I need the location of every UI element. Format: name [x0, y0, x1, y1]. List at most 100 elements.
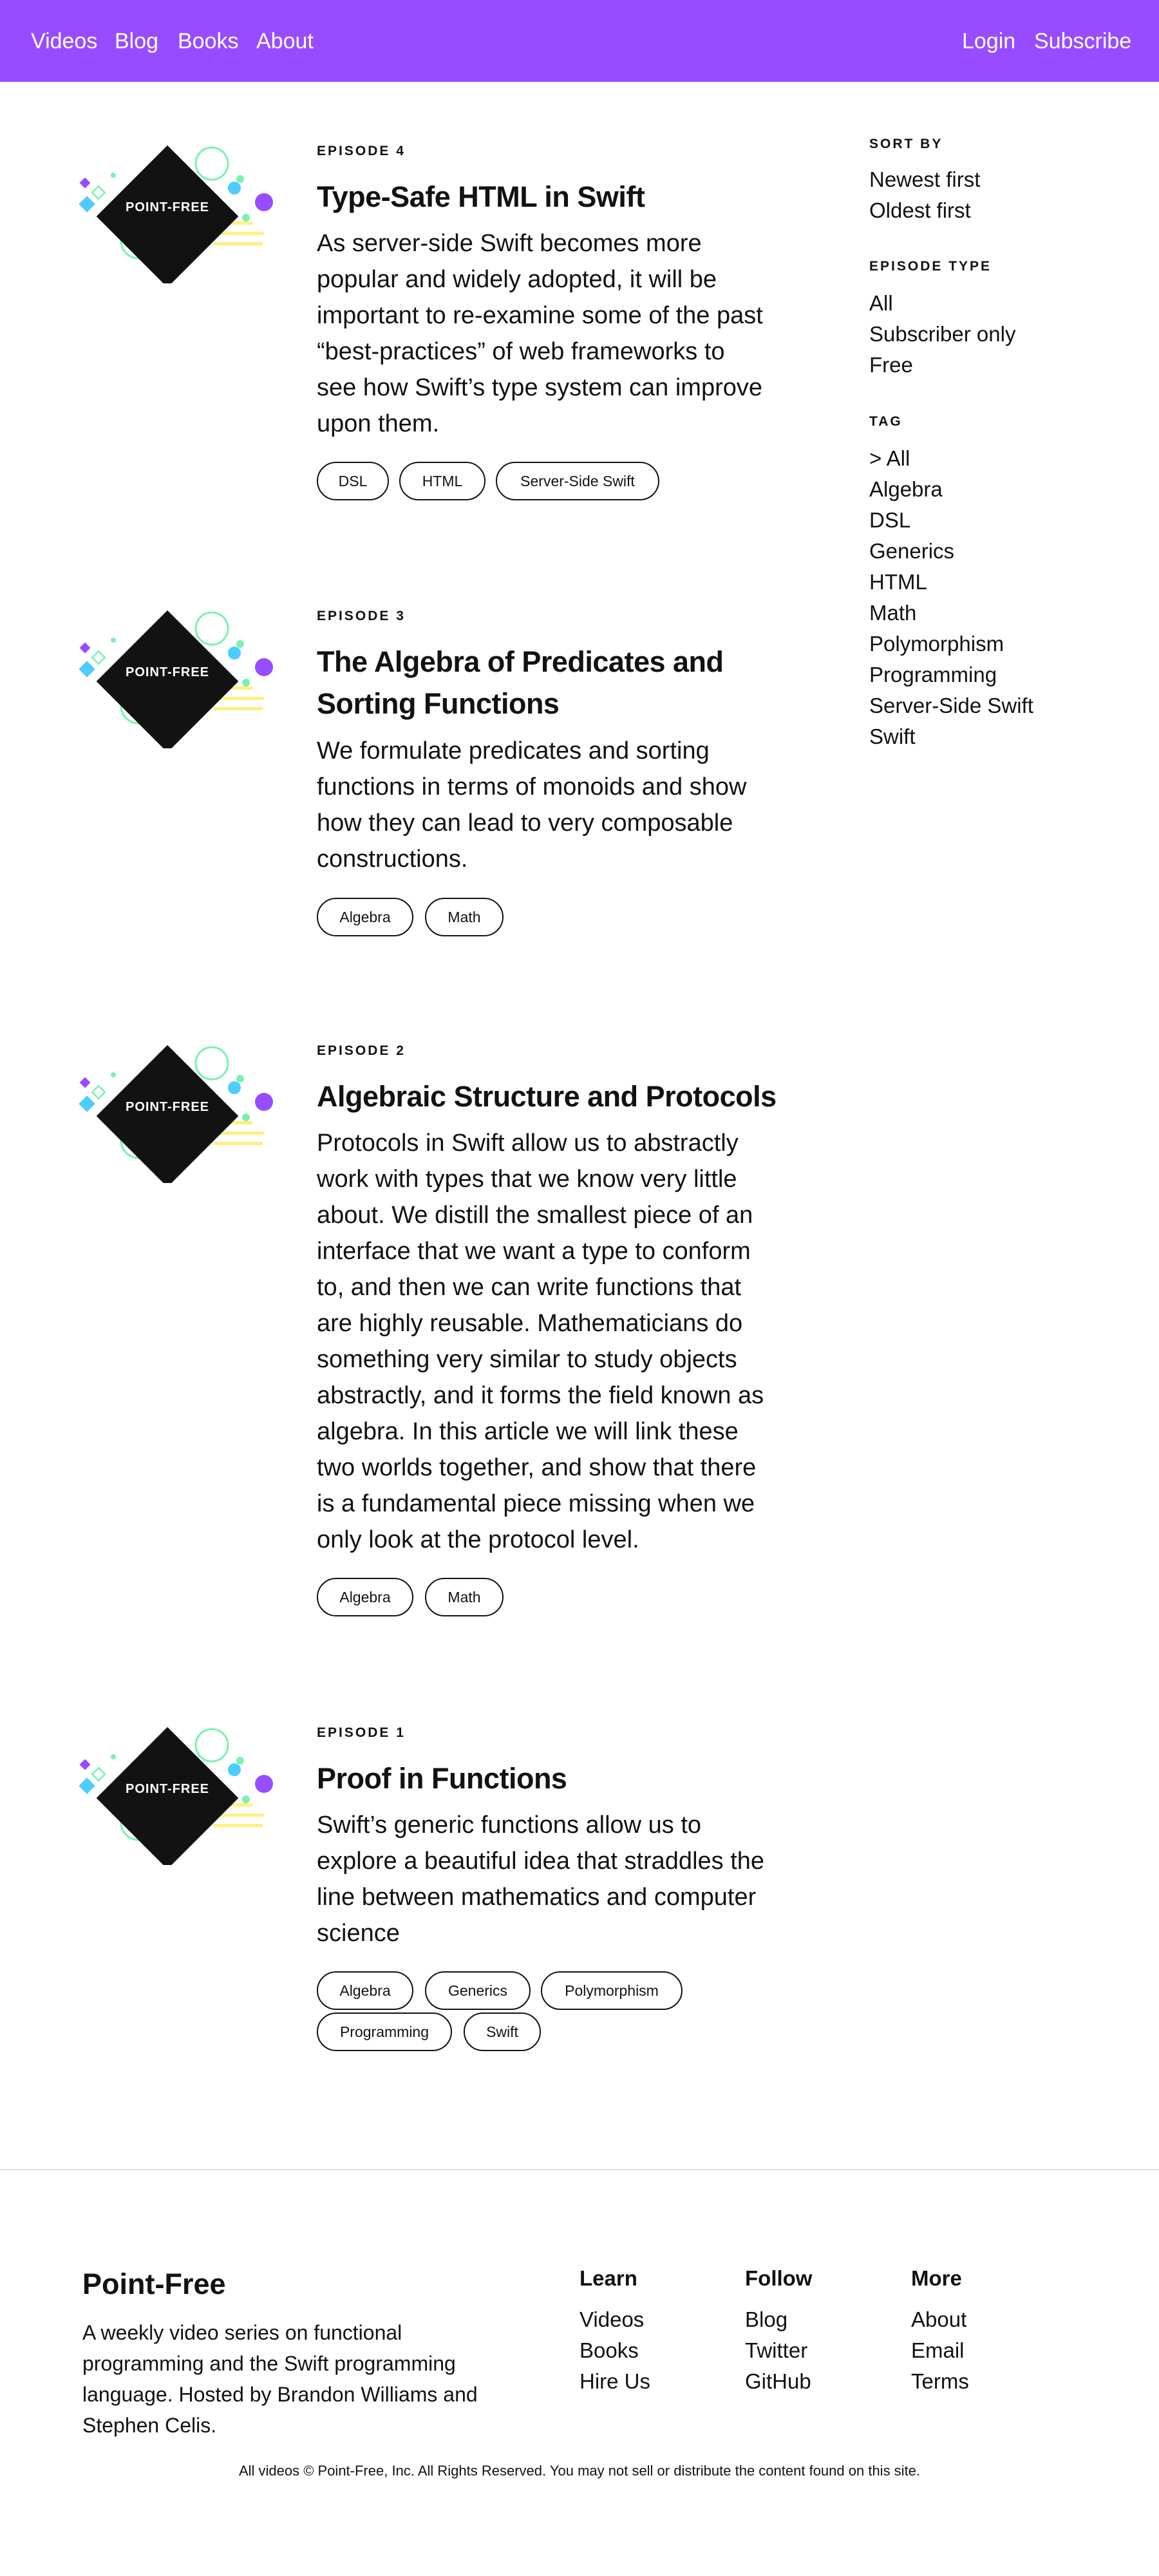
blurb-line: to, and then we can write functions that	[317, 1274, 742, 1301]
blurb-line: line between mathematics and computer	[317, 1884, 757, 1911]
episode-number: EPISODE 2	[317, 1043, 406, 1058]
episode-number: EPISODE 4	[317, 144, 406, 158]
tag-pill-server-side-swift[interactable]: Server-Side Swift	[496, 462, 659, 500]
blurb-line: important to re-examine some of the past	[317, 302, 763, 329]
footer-heading-learn: Learn	[580, 2266, 637, 2290]
blurb-line: work with types that we know very little	[317, 1166, 737, 1193]
blurb-line: about. We distill the smallest piece of …	[317, 1202, 753, 1229]
blurb-line: interface that we want a type to conform	[317, 1238, 751, 1265]
blurb-line: two worlds together, and show that there	[317, 1454, 757, 1481]
thumbnail-logo: POINT-FREE	[126, 1100, 209, 1114]
episode-thumbnail[interactable]: POINT-FREE	[77, 129, 283, 283]
episode-title[interactable]: Proof in Functions	[317, 1757, 793, 1799]
episode-type-heading: EPISODE TYPE	[869, 259, 992, 274]
tag-filter-server-side-swift[interactable]: Server-Side Swift	[869, 693, 1033, 719]
blurb-line: upon them.	[317, 410, 440, 437]
tag-pill-polymorphism[interactable]: Polymorphism	[541, 1971, 683, 2010]
tag-heading: TAG	[869, 414, 903, 429]
tag-filter-all[interactable]: > All	[869, 446, 910, 471]
episode-type-free[interactable]: Free	[869, 352, 913, 378]
blurb-line: Protocols in Swift allow us to abstractl…	[317, 1130, 739, 1157]
episode-title-line[interactable]: Algebraic Structure and Protocols	[317, 1075, 793, 1117]
sort-oldest-first[interactable]: Oldest first	[869, 198, 971, 223]
blurb-line: popular and widely adopted, it will be	[317, 266, 717, 293]
tag-filter-programming[interactable]: Programming	[869, 662, 997, 688]
nav-link-blog[interactable]: Blog	[115, 28, 158, 54]
footer-link-books[interactable]: Books	[580, 2338, 639, 2363]
episode-blurb: As server-side Swift becomes more popula…	[317, 225, 793, 442]
blurb-line: Swift’s generic functions allow us to	[317, 1812, 702, 1839]
tag-filter-algebra[interactable]: Algebra	[869, 477, 943, 502]
footer-description: A weekly video series on functional prog…	[82, 2321, 478, 2437]
blurb-line: see how Swift’s type system can improve	[317, 374, 763, 401]
episode-type-all[interactable]: All	[869, 290, 893, 316]
footer-link-videos[interactable]: Videos	[580, 2307, 644, 2333]
footer-link-email[interactable]: Email	[911, 2338, 965, 2363]
tag-filter-dsl[interactable]: DSL	[869, 507, 910, 533]
blurb-line: As server-side Swift becomes more	[317, 230, 702, 257]
episode-title-line[interactable]: Proof in Functions	[317, 1757, 793, 1799]
episode-thumbnail[interactable]: POINT-FREE	[77, 594, 283, 748]
footer-link-blog[interactable]: Blog	[745, 2307, 787, 2333]
tag-filter-swift[interactable]: Swift	[869, 724, 916, 750]
blurb-line: something very similar to study objects	[317, 1346, 737, 1373]
nav-link-about[interactable]: About	[256, 28, 314, 54]
tag-pill-algebra[interactable]: Algebra	[317, 898, 413, 936]
footer-heading-follow: Follow	[745, 2266, 813, 2290]
footer-link-about[interactable]: About	[911, 2307, 966, 2333]
tag-filter-polymorphism[interactable]: Polymorphism	[869, 631, 1004, 657]
nav-link-videos[interactable]: Videos	[31, 28, 97, 54]
tag-pill-programming[interactable]: Programming	[317, 2012, 452, 2051]
episode-title[interactable]: Algebraic Structure and Protocols	[317, 1075, 793, 1117]
sort-newest-first[interactable]: Newest first	[869, 167, 980, 193]
blurb-line: “best-practices” of web frameworks to	[317, 338, 725, 365]
blurb-line: only look at the protocol level.	[317, 1526, 639, 1553]
blurb-line: functions in terms of monoids and show	[317, 773, 747, 800]
sort-by-heading: SORT BY	[869, 137, 943, 151]
tag-pill-algebra[interactable]: Algebra	[317, 1578, 413, 1616]
episode-blurb: We formulate predicates and sorting func…	[317, 733, 793, 877]
tag-pill-math[interactable]: Math	[425, 1578, 504, 1616]
tag-pill-generics[interactable]: Generics	[425, 1971, 531, 2010]
blurb-line: how they can lead to very composable	[317, 810, 733, 837]
footer-divider	[0, 2169, 1159, 2170]
tag-filter-html[interactable]: HTML	[869, 569, 927, 595]
tag-pill-dsl[interactable]: DSL	[317, 462, 389, 500]
blurb-line: We formulate predicates and sorting	[317, 737, 710, 764]
top-navigation-bar: Videos Blog Books About Login Subscribe	[0, 0, 1159, 82]
episode-blurb: Swift’s generic functions allow us to ex…	[317, 1807, 793, 1951]
nav-link-subscribe[interactable]: Subscribe	[1034, 28, 1131, 54]
episode-title[interactable]: Type-Safe HTML in Swift	[317, 176, 793, 218]
tag-filter-math[interactable]: Math	[869, 600, 916, 626]
episode-type-subscriber-only[interactable]: Subscriber only	[869, 321, 1015, 347]
tag-pill-math[interactable]: Math	[425, 898, 504, 936]
episode-title-line[interactable]: Sorting Functions	[317, 683, 793, 724]
episode-number: EPISODE 3	[317, 609, 406, 623]
episode-title[interactable]: The Algebra of Predicates and Sorting Fu…	[317, 641, 793, 724]
blurb-line: science	[317, 1920, 400, 1947]
tag-pill-swift[interactable]: Swift	[464, 2012, 541, 2051]
footer-link-terms[interactable]: Terms	[911, 2369, 969, 2394]
copyright-notice: All videos © Point-Free, Inc. All Rights…	[238, 2463, 921, 2479]
thumbnail-logo: POINT-FREE	[126, 665, 209, 679]
footer-link-hire-us[interactable]: Hire Us	[580, 2369, 650, 2394]
episode-blurb: Protocols in Swift allow us to abstractl…	[317, 1125, 793, 1558]
episode-title-line[interactable]: The Algebra of Predicates and	[317, 641, 793, 683]
footer-brand[interactable]: Point-Free	[82, 2267, 226, 2302]
episode-thumbnail[interactable]: POINT-FREE	[77, 1028, 283, 1183]
episode-thumbnail[interactable]: POINT-FREE	[77, 1710, 283, 1865]
footer-link-github[interactable]: GitHub	[745, 2369, 811, 2394]
tag-pill-algebra[interactable]: Algebra	[317, 1971, 413, 2010]
blurb-line: algebra. In this article we will link th…	[317, 1418, 739, 1445]
footer-link-twitter[interactable]: Twitter	[745, 2338, 807, 2363]
blurb-line: is a fundamental piece missing when we	[317, 1490, 755, 1517]
footer-heading-more: More	[911, 2266, 962, 2290]
tag-filter-generics[interactable]: Generics	[869, 538, 954, 564]
thumbnail-logo: POINT-FREE	[126, 1782, 209, 1796]
tag-pill-html[interactable]: HTML	[399, 462, 485, 500]
episode-title-line[interactable]: Type-Safe HTML in Swift	[317, 176, 793, 218]
thumbnail-logo: POINT-FREE	[126, 200, 209, 214]
blurb-line: explore a beautiful idea that straddles …	[317, 1848, 765, 1875]
nav-link-books[interactable]: Books	[178, 28, 239, 54]
nav-link-login[interactable]: Login	[962, 28, 1015, 54]
